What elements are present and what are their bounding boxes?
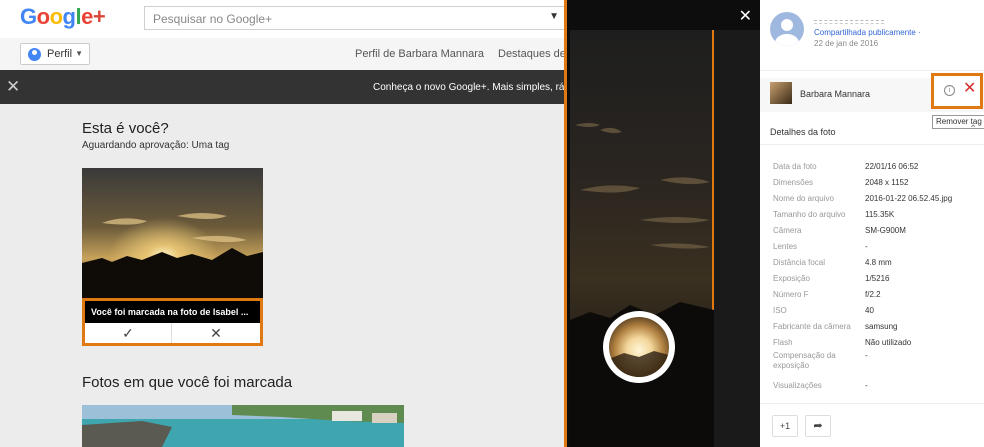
detail-value: 115.35K — [865, 210, 895, 219]
author-name-redacted — [814, 20, 884, 24]
detail-label: Nome do arquivo — [773, 194, 834, 203]
profile-avatar-icon — [28, 48, 41, 61]
viewer-side-bar — [714, 30, 760, 447]
detail-label: Flash — [773, 338, 793, 347]
detail-label: Fabricante da câmera — [773, 322, 851, 331]
face-tag-highlight[interactable] — [603, 311, 675, 383]
search-input[interactable]: Pesquisar no Google+ ▼ — [144, 6, 566, 30]
divider — [760, 403, 984, 404]
photo-viewer: ✕ — [564, 0, 760, 447]
reject-tag-button[interactable]: ✕ — [172, 323, 260, 343]
profile-button[interactable]: Perfil ▼ — [20, 43, 90, 65]
nav-link-profile[interactable]: Perfil de Barbara Mannara — [355, 48, 484, 60]
new-google-plus-banner: ✕ Conheça o novo Google+. Mais simples, … — [0, 70, 566, 104]
chevron-down-icon[interactable]: ▼ — [549, 11, 559, 22]
detail-value: 2048 x 1152 — [865, 178, 909, 187]
detail-value: 22/01/16 06:52 — [865, 162, 919, 171]
info-icon[interactable]: i — [944, 85, 955, 96]
detail-label: Distância focal — [773, 258, 826, 267]
detail-value: SM-G900M — [865, 226, 906, 235]
viewer-photo[interactable] — [570, 30, 714, 447]
detail-value: samsung — [865, 322, 898, 331]
detail-label: Tamanho do arquivo — [773, 210, 846, 219]
tagged-photos-title: Fotos em que você foi marcada — [82, 374, 293, 391]
banner-text[interactable]: Conheça o novo Google+. Mais simples, rá… — [373, 82, 566, 93]
detail-value: 4.8 mm — [865, 258, 892, 267]
plus-one-button[interactable]: +1 — [772, 415, 798, 437]
detail-value: f/2.2 — [865, 290, 881, 299]
divider — [760, 144, 984, 145]
detail-label: Câmera — [773, 226, 802, 235]
detail-value: - — [865, 242, 868, 251]
google-plus-logo[interactable]: Google+ — [20, 4, 106, 30]
detail-label: Exposição — [773, 274, 810, 283]
detail-label: Compensação da exposição — [773, 351, 836, 370]
google-plus-page: Google+ Pesquisar no Google+ ▼ Perfil ▼ … — [0, 0, 566, 447]
tagged-photo-thumbnail[interactable] — [82, 405, 404, 447]
detail-label: Lentes — [773, 242, 798, 251]
detail-label: Data da foto — [773, 162, 817, 171]
remove-tag-icon[interactable]: ✕ — [963, 80, 976, 98]
face-crop-image — [609, 317, 669, 377]
detail-label: Número F — [773, 290, 809, 299]
tag-review-title: Esta é você? — [82, 120, 169, 137]
detail-value: 1/5216 — [865, 274, 890, 283]
detail-value: - — [865, 351, 868, 360]
tagged-sunset-photo[interactable] — [82, 168, 263, 298]
top-bar: Google+ Pesquisar no Google+ ▼ — [0, 0, 566, 38]
close-icon[interactable]: ✕ — [6, 77, 20, 97]
tag-actions-box: i ✕ — [931, 73, 983, 109]
tagged-person-name[interactable]: Barbara Mannara — [800, 89, 870, 99]
post-date: 22 de jan de 2016 — [814, 39, 879, 48]
tag-review-subtitle: Aguardando aprovação: Uma tag — [82, 140, 230, 151]
share-visibility-link[interactable]: Compartilhada publicamente · — [814, 28, 921, 37]
tag-caption[interactable]: Você foi marcada na foto de Isabel ... — [85, 301, 260, 323]
photo-details-heading[interactable]: Detalhes da foto — [770, 127, 836, 137]
tag-approval-box: Você foi marcada na foto de Isabel ... ✓… — [82, 298, 263, 346]
detail-value: 40 — [865, 306, 874, 315]
chevron-up-icon[interactable]: ⌃ — [969, 124, 977, 135]
detail-value: Não utilizado — [865, 338, 912, 347]
accept-tag-button[interactable]: ✓ — [85, 323, 172, 343]
close-icon[interactable]: ✕ — [739, 6, 752, 26]
share-button[interactable]: ➦ — [805, 415, 831, 437]
person-thumbnail — [770, 82, 792, 104]
detail-value: - — [865, 381, 868, 390]
detail-label: ISO — [773, 306, 787, 315]
divider — [760, 70, 984, 71]
detail-value: 2016-01-22 06.52.45.jpg — [865, 194, 953, 203]
detail-label: Dimensões — [773, 178, 814, 187]
detail-label: Visualizações — [773, 381, 822, 390]
search-placeholder: Pesquisar no Google+ — [153, 12, 273, 26]
nav-link-highlights[interactable]: Destaques de — [498, 48, 566, 60]
chevron-down-icon: ▼ — [75, 49, 83, 58]
sub-navigation: Perfil ▼ Perfil de Barbara Mannara Desta… — [0, 38, 566, 70]
profile-button-label: Perfil — [47, 48, 73, 60]
photo-details-panel: Compartilhada publicamente · 22 de jan d… — [760, 0, 984, 447]
author-avatar[interactable] — [770, 12, 804, 46]
